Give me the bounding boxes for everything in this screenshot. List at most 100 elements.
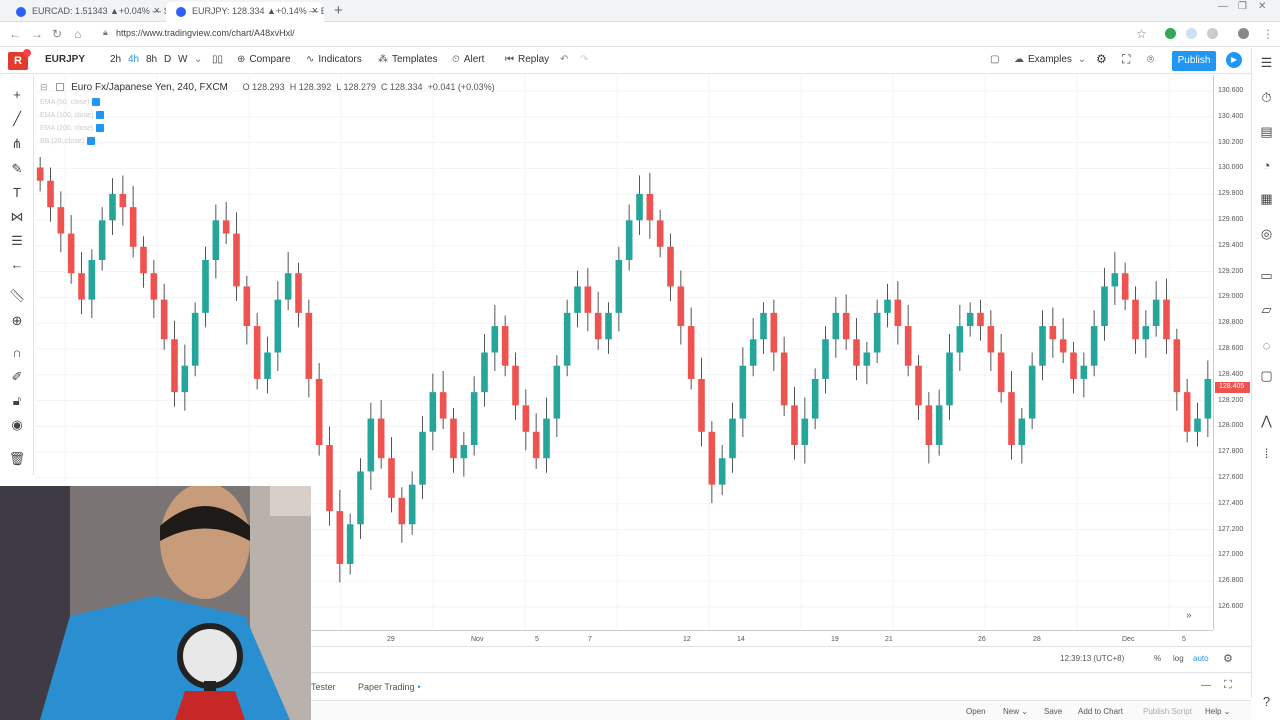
redo-icon[interactable]: ↷	[580, 54, 588, 65]
fullscreen-icon[interactable]: ⛶	[1122, 52, 1130, 67]
streams-icon[interactable]: ◌	[1252, 338, 1280, 353]
alerts-icon[interactable]: ⏱	[1252, 90, 1280, 106]
ideas-bulb-icon[interactable]: ◎	[1252, 226, 1280, 242]
url-input[interactable]: 🔒︎ https://www.tradingview.com/chart/A48…	[103, 26, 1153, 43]
compare-button[interactable]: ⊕ Compare	[237, 54, 291, 65]
hide-drawings-eye-icon[interactable]: ◉	[0, 417, 34, 433]
series-visibility-icon[interactable]	[56, 83, 65, 92]
back-arrow-icon[interactable]: ←	[0, 257, 34, 272]
indicator-bb[interactable]: BB (20, close)	[40, 137, 95, 145]
hotlist-icon[interactable]: ◔	[1252, 158, 1280, 173]
replay-button[interactable]: ⏮ Replay	[505, 54, 549, 65]
chat-icon[interactable]: ▭	[1252, 268, 1280, 284]
chevron-down-icon: ⌄	[1077, 54, 1087, 65]
help-icon[interactable]: ?	[1252, 694, 1280, 709]
browser-tab-eurjpy[interactable]: EURJPY: 128.334 ▲+0.14% — E ×	[166, 2, 324, 22]
auto-scale-toggle[interactable]: auto	[1193, 654, 1209, 663]
lock-drawings-icon[interactable]: 🔓︎	[0, 393, 34, 409]
close-tab-icon[interactable]: ×	[312, 5, 318, 17]
new-tab-icon[interactable]: +	[334, 2, 343, 19]
open-script-button[interactable]: Open	[966, 707, 986, 716]
undo-icon[interactable]: ↶	[560, 54, 568, 65]
order-panel-icon[interactable]: ⁞	[1252, 446, 1280, 461]
indicator-ema-50[interactable]: EMA (50, close)	[40, 98, 101, 106]
help-button[interactable]: Help ⌄	[1205, 707, 1230, 716]
extension-icon[interactable]	[1165, 28, 1176, 39]
add-to-chart-button[interactable]: Add to Chart	[1078, 707, 1123, 716]
templates-button[interactable]: ⁂ Templates	[378, 54, 438, 65]
calendar-icon[interactable]: ▦	[1252, 191, 1280, 207]
reload-icon[interactable]: ↻	[52, 27, 62, 41]
indicator-settings-icon[interactable]	[86, 137, 95, 145]
publish-script-button[interactable]: Publish Script	[1143, 707, 1192, 716]
tab-strategy-tester[interactable]: Tester	[311, 682, 336, 692]
brush-icon[interactable]: ✎	[0, 161, 34, 177]
indicator-settings-icon[interactable]	[96, 111, 105, 119]
indicator-settings-icon[interactable]	[92, 98, 101, 106]
magnet-icon[interactable]: ∩	[0, 345, 34, 360]
symbol-search-button[interactable]: EURJPY	[45, 54, 85, 65]
notifications-icon[interactable]: ▱	[1252, 302, 1280, 318]
data-window-icon[interactable]: ▤	[1252, 124, 1280, 140]
candle-down	[1121, 273, 1129, 300]
browser-tab-eurcad[interactable]: EURCAD: 1.51343 ▲+0.04% — S ×	[6, 2, 166, 22]
forward-icon[interactable]: →	[31, 27, 43, 41]
indicator-settings-icon[interactable]	[96, 124, 105, 132]
tab-paper-trading[interactable]: Paper Trading •	[358, 682, 421, 692]
browser-menu-icon[interactable]: ⋮	[1262, 27, 1274, 41]
candle-up	[553, 365, 561, 419]
pitchfork-icon[interactable]: ⋔	[0, 136, 34, 152]
log-scale-toggle[interactable]: log	[1173, 654, 1184, 663]
percent-scale-toggle[interactable]: %	[1154, 654, 1161, 663]
messages-icon[interactable]: ▢	[1252, 368, 1280, 384]
watchlist-icon[interactable]: ☰	[1252, 55, 1280, 71]
chart-style-candles-icon[interactable]: ▯▯	[212, 54, 223, 65]
maximize-panel-icon[interactable]: ⛶	[1224, 679, 1232, 692]
examples-button[interactable]: ☁ Examples ⌄	[1014, 54, 1086, 65]
close-window-icon[interactable]: ✕	[1258, 1, 1266, 12]
publish-button[interactable]: Publish	[1172, 51, 1216, 71]
settings-gear-icon[interactable]: ⚙	[1096, 52, 1107, 66]
signals-icon[interactable]: ⋀	[1252, 413, 1280, 429]
back-icon[interactable]: ←	[9, 27, 21, 41]
user-menu-logo[interactable]: R	[8, 49, 31, 70]
trend-line-icon[interactable]: ╱	[0, 111, 34, 127]
minimize-panel-icon[interactable]: —	[1201, 680, 1211, 691]
interval-d-button[interactable]: D	[164, 54, 171, 65]
measure-ruler-icon[interactable]: 📏︎	[0, 288, 34, 304]
indicators-button[interactable]: ∿ Indicators	[306, 54, 362, 65]
zoom-in-icon[interactable]: ⊕	[0, 313, 34, 329]
profile-avatar-icon[interactable]	[1238, 28, 1249, 39]
layout-icon[interactable]: ▢	[990, 54, 999, 65]
new-script-button[interactable]: New ⌄	[1003, 707, 1028, 716]
stay-in-drawing-mode-icon[interactable]: ✐	[0, 369, 34, 385]
scroll-to-realtime-icon[interactable]: »	[1186, 610, 1192, 621]
chart-settings-gear-icon[interactable]: ⚙	[1223, 652, 1233, 665]
crosshair-icon[interactable]: +	[0, 87, 34, 102]
interval-dropdown-icon[interactable]: ⌄	[194, 54, 202, 65]
extension-icon[interactable]	[1186, 28, 1197, 39]
publish-video-icon[interactable]: ▶	[1226, 52, 1242, 68]
snapshot-camera-icon[interactable]: ⌾	[1147, 52, 1154, 67]
text-tool-icon[interactable]: T	[0, 185, 34, 200]
prediction-icon[interactable]: ☰	[0, 233, 34, 249]
save-script-button[interactable]: Save	[1044, 707, 1062, 716]
close-tab-icon[interactable]: ×	[154, 5, 160, 17]
interval-w-button[interactable]: W	[178, 54, 187, 65]
collapse-legend-icon[interactable]: ⊟	[40, 82, 48, 92]
price-axis[interactable]: 128.405 130.600 130.400 130.200 130.000 129.…	[1213, 75, 1251, 630]
interval-8h-button[interactable]: 8h	[146, 54, 157, 65]
interval-2h-button[interactable]: 2h	[110, 54, 121, 65]
minimize-window-icon[interactable]: —	[1218, 1, 1228, 12]
indicator-ema-100[interactable]: EMA (100, close)	[40, 111, 105, 119]
extension-icon[interactable]	[1207, 28, 1218, 39]
alert-button[interactable]: ⏲ Alert	[452, 54, 484, 65]
restore-window-icon[interactable]: ❐	[1238, 1, 1247, 12]
home-icon[interactable]: ⌂	[74, 27, 81, 41]
pattern-icon[interactable]: ⋈	[0, 209, 34, 225]
indicator-ema-200[interactable]: EMA (200, close)	[40, 124, 105, 132]
chart-bottom-bar: 12:39:13 (UTC+8) % log auto ⚙	[311, 646, 1251, 670]
remove-drawings-trash-icon[interactable]: 🗑︎	[0, 451, 34, 467]
interval-4h-button[interactable]: 4h	[128, 54, 139, 65]
bookmark-star-icon[interactable]: ☆	[1136, 27, 1147, 41]
